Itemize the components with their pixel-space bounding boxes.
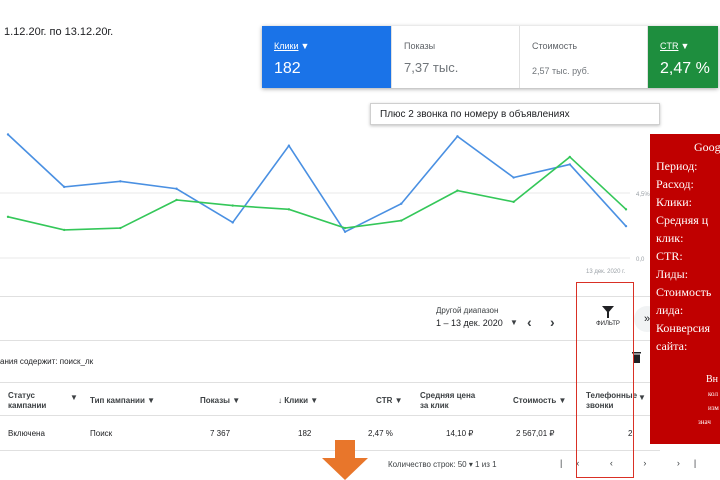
col-header-avg-cpc[interactable]: Средняя цена за клик (420, 391, 482, 411)
cell-type: Поиск (90, 429, 113, 438)
metric-clicks-value: 182 (274, 60, 301, 77)
series-1-point-8 (456, 189, 459, 192)
info-panel: Googl Период: Расход: Клики: Средняя ц к… (650, 134, 720, 444)
info-line: Лиды: (656, 267, 689, 281)
info-line: Расход: (656, 177, 694, 191)
series-1-point-6 (343, 226, 347, 230)
info-line: клик: (656, 231, 684, 245)
date-range-title: Другой диапазон (436, 306, 499, 315)
series-1-point-10 (568, 155, 572, 159)
info-note: знач (698, 418, 711, 426)
info-note: изм (708, 404, 719, 412)
info-line: Стоимость (656, 285, 712, 299)
period-text: 1.12.20г. по 13.12.20г. (4, 26, 114, 38)
col-header-impressions[interactable]: Показы ▼ (200, 396, 240, 406)
col-header-clicks-label: Клики (284, 396, 309, 405)
series-line-0 (7, 133, 627, 233)
y-tick-label: 0,0 (636, 257, 645, 263)
rows-per-page[interactable]: Количество строк: 50 ▾ 1 из 1 (388, 460, 497, 469)
cell-impressions: 7 367 (210, 429, 231, 438)
info-line: сайта: (656, 339, 688, 353)
info-note: кол (708, 390, 718, 398)
series-0-point-6 (343, 230, 347, 233)
series-0-point-5 (287, 144, 291, 147)
metric-ctr[interactable]: CTR ▼ 2,47 % (648, 26, 718, 88)
chevron-down-icon: ▼ (680, 41, 690, 51)
col-header-clicks[interactable]: ↓ Клики ▼ (278, 396, 318, 406)
filter-bar (0, 340, 660, 380)
series-0-point-0 (6, 133, 10, 136)
series-0-point-1 (62, 185, 66, 189)
col-header-cost-label: Стоимость (513, 396, 557, 405)
metric-cost-value: 2,57 тыс. руб. (532, 66, 590, 76)
next-period-button[interactable]: › (550, 314, 555, 330)
metric-clicks[interactable]: Клики ▼ 182 (262, 26, 392, 88)
metric-impressions-label: Показы (404, 41, 436, 51)
series-0-point-11 (624, 224, 628, 228)
date-range-value[interactable]: 1 – 13 дек. 2020 (436, 318, 503, 328)
info-panel-title: Googl (694, 140, 720, 154)
prev-period-button[interactable]: ‹ (527, 314, 532, 330)
date-toolbar (0, 296, 660, 340)
info-line: Средняя ц (656, 213, 709, 227)
series-1-point-2 (119, 226, 122, 230)
sort-icon[interactable]: ▼ (638, 393, 646, 403)
series-0-point-4 (231, 221, 234, 224)
info-line: лида: (656, 303, 684, 317)
metric-clicks-label: Клики (274, 41, 299, 51)
y-tick-label: 4,5% (636, 192, 650, 198)
info-line: Клики: (656, 195, 692, 209)
series-0-point-7 (400, 202, 403, 205)
info-line: Период: (656, 159, 698, 173)
chevron-down-icon: ▼ (300, 41, 310, 51)
arrow-down-icon: ↓ (278, 396, 282, 405)
series-1-point-9 (512, 200, 515, 204)
metric-cost-label: Стоимость (532, 41, 578, 51)
series-1-point-0 (6, 215, 10, 219)
series-1-point-11 (624, 208, 628, 211)
col-header-cost[interactable]: Стоимость ▼ (513, 396, 566, 406)
series-1-point-7 (400, 219, 403, 222)
chevron-down-icon[interactable]: ▼ (510, 318, 518, 327)
series-0-point-10 (568, 163, 572, 166)
cell-clicks: 182 (298, 429, 312, 438)
col-header-status[interactable]: Статус кампании (8, 391, 64, 411)
active-filter-text[interactable]: ания содержит: поиск_лк (0, 357, 93, 366)
col-header-impressions-label: Показы (200, 396, 230, 405)
cell-cost: 2 567,01 ₽ (516, 429, 555, 438)
series-0-point-2 (119, 180, 122, 183)
metric-impressions-value: 7,37 тыс. (404, 60, 459, 75)
series-0-point-3 (175, 187, 178, 190)
series-1-point-1 (62, 228, 66, 232)
info-line: CTR: (656, 249, 683, 263)
metric-ctr-label: CTR (660, 41, 679, 51)
series-0-point-9 (512, 176, 515, 179)
col-header-type[interactable]: Тип кампании ▼ (90, 396, 155, 406)
x-axis-end-label: 13 дек. 2020 г. (586, 269, 626, 275)
metrics-bar: Клики ▼ 182 Показы 7,37 тыс. Стоимость 2,… (262, 26, 718, 88)
col-header-ctr-label: CTR (376, 396, 393, 405)
cell-avg-cpc: 14,10 ₽ (446, 429, 474, 438)
col-header-ctr[interactable]: CTR ▼ (376, 396, 403, 406)
info-note: Вн (706, 374, 719, 385)
metric-impressions[interactable]: Показы 7,37 тыс. (392, 26, 520, 88)
info-line: Конверсия (656, 321, 711, 335)
cell-status: Включена (8, 429, 45, 438)
metric-ctr-value: 2,47 % (660, 60, 710, 77)
cell-ctr: 2,47 % (368, 429, 393, 438)
series-layer (6, 133, 628, 233)
series-1-point-3 (175, 198, 178, 202)
metric-cost[interactable]: Стоимость 2,57 тыс. руб. (520, 26, 648, 88)
chart-tooltip: Плюс 2 звонка по номеру в объявлениях (370, 103, 660, 125)
orange-down-arrow-icon (322, 440, 368, 480)
series-0-point-8 (456, 135, 459, 138)
sort-icon[interactable]: ▼ (70, 393, 78, 403)
col-header-type-label: Тип кампании (90, 396, 145, 405)
performance-chart: 4,5% 0,0 13 дек. 2020 г. (0, 133, 650, 275)
highlight-box (576, 282, 634, 478)
series-1-point-5 (287, 208, 291, 211)
series-1-point-4 (231, 204, 234, 207)
